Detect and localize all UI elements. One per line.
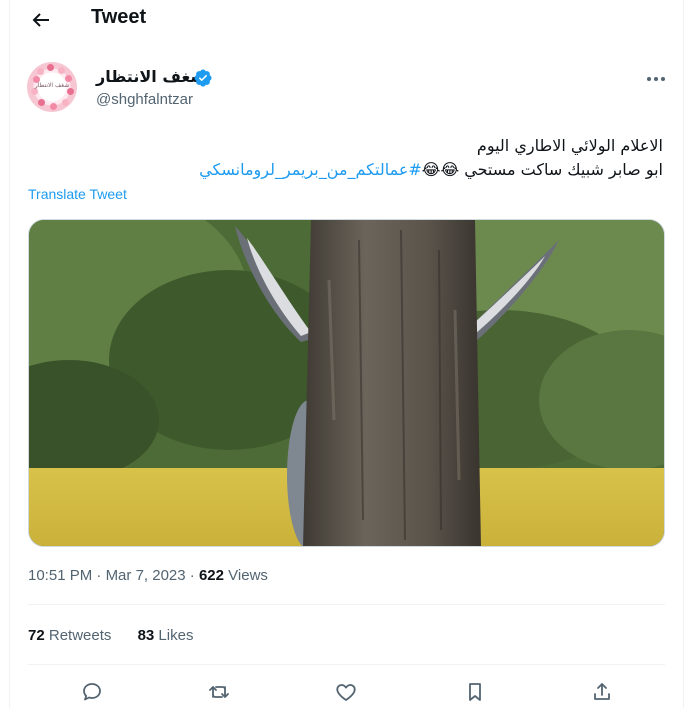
- retweets-count: 72: [28, 627, 45, 644]
- views-count: 622: [198, 567, 224, 584]
- share-icon: [594, 683, 610, 700]
- more-horizontal-icon: [647, 77, 665, 81]
- tweet-meta: 10:51 PM · Mar 7, 2023 · 622 Views: [28, 567, 268, 584]
- tweet-text-body: ابو صابر شبيك ساكت مستحي 😂😂: [421, 160, 663, 179]
- author-handle[interactable]: @shghfalntzar: [96, 91, 193, 108]
- arrow-left-icon: [32, 13, 49, 27]
- divider: [28, 604, 665, 605]
- bookmark-button[interactable]: [463, 680, 487, 704]
- tweet-detail-column: Tweet شغف الانتظار شغف الانتظار @shghfal…: [9, 0, 684, 708]
- meta-separator: ·: [96, 567, 106, 584]
- share-button[interactable]: [590, 680, 614, 704]
- tweet-media-image[interactable]: [28, 219, 665, 547]
- more-options-button[interactable]: [644, 67, 668, 91]
- translate-tweet-link[interactable]: Translate Tweet: [28, 186, 127, 202]
- divider: [28, 664, 665, 665]
- header: Tweet: [10, 0, 683, 40]
- reply-button[interactable]: [80, 680, 104, 704]
- tweet-time[interactable]: 10:51 PM: [28, 567, 92, 584]
- retweets-label: Retweets: [48, 627, 112, 644]
- hashtag-link[interactable]: #عمالتكم_من_بريمر_لرومانسكي: [199, 160, 422, 179]
- donkey-behind-tree-photo: [29, 220, 664, 546]
- bookmark-icon: [469, 683, 481, 701]
- retweet-icon: [209, 686, 229, 698]
- likes-label: Likes: [158, 627, 194, 644]
- reply-icon: [83, 683, 101, 701]
- author-display-name[interactable]: شغف الانتظار: [96, 67, 206, 86]
- views-label: Views: [228, 567, 268, 584]
- back-button[interactable]: [29, 8, 53, 32]
- likes-count: 83: [137, 627, 155, 644]
- tweet-text: الاعلام الولائي الاطاري اليوم ابو صابر ش…: [63, 134, 663, 182]
- tweet-actions: [10, 678, 683, 706]
- likes-stat[interactable]: 83 Likes: [138, 627, 194, 644]
- page-title: Tweet: [91, 6, 147, 28]
- tweet-text-line-1: الاعلام الولائي الاطاري اليوم: [476, 136, 663, 155]
- meta-separator: ·: [189, 567, 199, 584]
- like-icon: [336, 684, 356, 701]
- avatar[interactable]: شغف الانتظار: [27, 62, 77, 112]
- verified-badge-icon: [193, 68, 213, 88]
- like-button[interactable]: [334, 680, 358, 704]
- avatar-text: شغف الانتظار: [34, 82, 70, 89]
- retweet-button[interactable]: [207, 680, 231, 704]
- retweets-stat[interactable]: 72 Retweets: [28, 627, 111, 644]
- tweet-text-line-2: ابو صابر شبيك ساكت مستحي 😂😂#عمالتكم_من_ب…: [63, 158, 663, 182]
- tweet-date[interactable]: Mar 7, 2023: [106, 567, 186, 584]
- tweet-stats: 72 Retweets 83 Likes: [28, 627, 215, 644]
